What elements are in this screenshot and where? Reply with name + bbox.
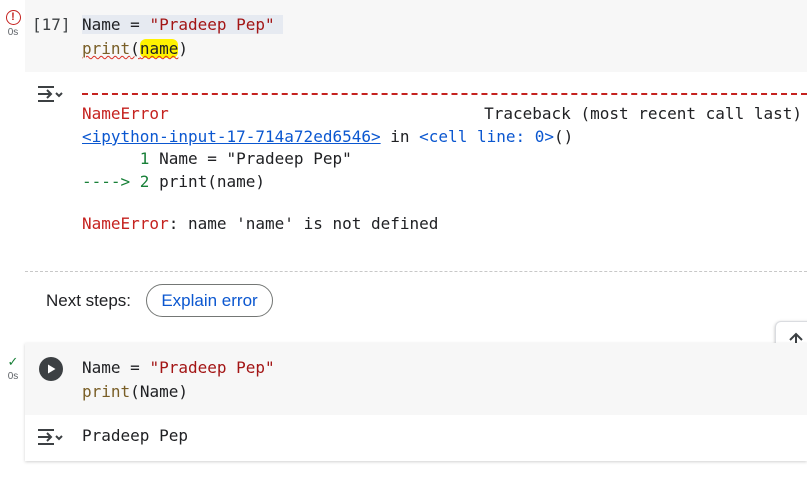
traceback-code: print(name) bbox=[149, 172, 266, 191]
error-text: : name 'name' is not defined bbox=[168, 214, 439, 233]
error-name: NameError bbox=[82, 214, 169, 233]
function-name: print bbox=[82, 39, 131, 58]
check-icon: ✓ bbox=[7, 355, 19, 370]
code-token: = bbox=[120, 15, 150, 34]
code-token: ( bbox=[130, 39, 140, 58]
output-divider bbox=[25, 271, 807, 272]
string-literal: "Pradeep Pep" bbox=[149, 15, 275, 34]
output-toggle-icon[interactable] bbox=[36, 84, 64, 104]
code-token: Name bbox=[82, 15, 121, 34]
traceback-text: in bbox=[380, 127, 420, 146]
error-circle-icon: ! bbox=[5, 10, 21, 25]
code-token: ( bbox=[130, 382, 140, 401]
explain-error-button[interactable]: Explain error bbox=[146, 284, 273, 317]
traceback-text: () bbox=[554, 127, 574, 146]
next-steps-label: Next steps: bbox=[46, 291, 132, 310]
cell-2-status: ✓ 0s bbox=[4, 356, 22, 382]
play-icon bbox=[48, 364, 56, 374]
traceback-divider bbox=[82, 93, 807, 95]
exec-time: 0s bbox=[7, 27, 19, 38]
code-line-1: Name = "Pradeep Pep" bbox=[82, 15, 283, 34]
code-line-2: print(name) bbox=[82, 39, 188, 58]
traceback-code: Name = "Pradeep Pep" bbox=[149, 149, 352, 168]
traceback-header: NameError Traceback (most recent call las… bbox=[82, 104, 802, 123]
code-token: = bbox=[120, 358, 150, 377]
output-toggle-icon[interactable] bbox=[36, 427, 64, 447]
error-name: NameError bbox=[82, 104, 169, 123]
line-number: 2 bbox=[130, 172, 150, 191]
string-literal: "Pradeep Pep" bbox=[149, 358, 275, 377]
traceback-title: Traceback (most recent call last) bbox=[484, 104, 802, 123]
cell-1-status: ! 0s bbox=[4, 10, 22, 38]
traceback-line-2: ----> 2 print(name) bbox=[82, 172, 265, 191]
code-token: ) bbox=[178, 39, 188, 58]
code-editor-2[interactable]: Name = "Pradeep Pep" print(Name) bbox=[82, 356, 275, 404]
exec-time: 0s bbox=[7, 371, 19, 382]
code-token: Name bbox=[82, 358, 121, 377]
error-message: NameError: name 'name' is not defined bbox=[82, 214, 438, 233]
traceback-link[interactable]: <ipython-input-17-714a72ed6546> bbox=[82, 127, 381, 146]
function-name: print bbox=[82, 382, 131, 401]
code-line-2: print(Name) bbox=[82, 382, 188, 401]
code-line-1: Name = "Pradeep Pep" bbox=[82, 358, 275, 377]
traceback-line-1: 1 Name = "Pradeep Pep" bbox=[82, 149, 352, 168]
code-editor-1[interactable]: Name = "Pradeep Pep" print(name) bbox=[82, 13, 283, 61]
cell-output: Pradeep Pep bbox=[82, 426, 188, 445]
traceback-location: <ipython-input-17-714a72ed6546> in <cell… bbox=[82, 127, 573, 146]
variable: Name bbox=[139, 382, 179, 401]
execution-count: [17] bbox=[32, 15, 71, 34]
undefined-variable: name bbox=[139, 39, 179, 58]
run-cell-button[interactable] bbox=[39, 357, 63, 381]
error-arrow: ----> bbox=[82, 172, 131, 191]
cell-line-ref: <cell line: 0> bbox=[419, 127, 555, 146]
line-number: 1 bbox=[82, 149, 150, 168]
code-token: ) bbox=[178, 382, 188, 401]
